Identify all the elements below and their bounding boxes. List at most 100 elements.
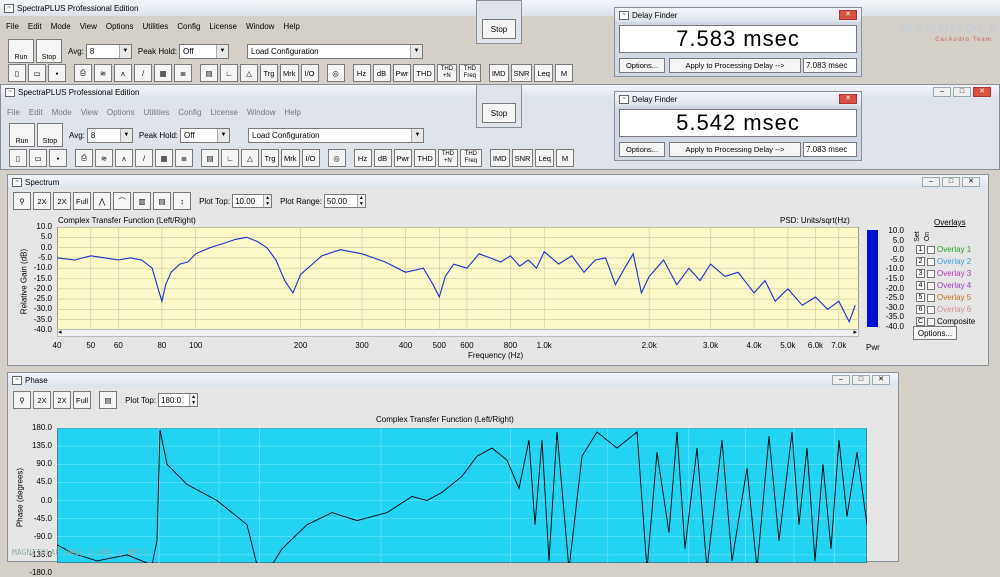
maximize-icon[interactable]: □ <box>953 87 971 97</box>
peak-icon[interactable]: ⋀ <box>93 192 112 210</box>
axis-icon[interactable]: ∟ <box>221 149 239 167</box>
octave-icon[interactable]: ⌒ <box>113 192 132 210</box>
new-icon[interactable]: ▯ <box>8 64 26 82</box>
io-icon[interactable]: I/O <box>300 64 319 82</box>
h-scrollbar[interactable]: ◂ ▸ <box>57 329 859 337</box>
minimize-icon[interactable]: – <box>832 375 850 385</box>
close-icon[interactable]: ✕ <box>962 177 980 187</box>
config-select[interactable]: Load Configuration ▼ <box>248 127 425 143</box>
delay-options-button[interactable]: Options... <box>619 142 665 157</box>
zoom-out-2x-icon[interactable]: 2X <box>53 391 71 409</box>
3d-icon[interactable]: ≣ <box>174 64 192 82</box>
tool-imd[interactable]: IMD <box>489 149 510 167</box>
tool-pwr[interactable]: Pwr <box>393 149 413 167</box>
menu-license[interactable]: License <box>209 22 237 31</box>
menu-mode[interactable]: Mode <box>51 22 71 31</box>
menu-options[interactable]: Options <box>106 22 134 31</box>
overlay-checkbox[interactable] <box>927 317 935 326</box>
overlay-row[interactable]: 2 Overlay 2 <box>916 257 971 266</box>
new-icon[interactable]: ▯ <box>9 149 27 167</box>
overlay-row[interactable]: C Composite <box>916 317 975 326</box>
overlay-row[interactable]: 4 Overlay 4 <box>916 281 971 290</box>
overlay-checkbox[interactable] <box>927 281 935 290</box>
menu-help[interactable]: Help <box>284 108 300 117</box>
menu-options[interactable]: Options <box>107 108 135 117</box>
apply-delay-button[interactable]: Apply to Processing Delay --> <box>669 58 801 73</box>
spin-icon[interactable]: ▲ ▼ <box>356 195 365 207</box>
scroll-right-icon[interactable]: ▸ <box>853 328 857 336</box>
zoom-in-2x-icon[interactable]: 2X <box>33 391 51 409</box>
open-icon[interactable]: ▭ <box>28 64 46 82</box>
marker-icon[interactable]: △ <box>241 149 259 167</box>
trigger-icon[interactable]: Trg <box>261 149 279 167</box>
overlay-row[interactable]: 5 Overlay 5 <box>916 293 971 302</box>
avg-select[interactable]: 8 ▼ <box>86 127 133 143</box>
menu-edit[interactable]: Edit <box>29 108 43 117</box>
spectrum-icon[interactable]: ʌ <box>115 149 133 167</box>
maximize-icon[interactable]: □ <box>852 375 870 385</box>
menu-config[interactable]: Config <box>177 22 200 31</box>
close-icon[interactable]: ✕ <box>839 10 857 20</box>
overlay-checkbox[interactable] <box>927 305 935 314</box>
menu-file[interactable]: File <box>6 22 19 31</box>
save-icon[interactable]: ▪ <box>48 64 66 82</box>
print-icon[interactable]: ⎙ <box>74 64 92 82</box>
tool-imd[interactable]: IMD <box>488 64 509 82</box>
menu-view[interactable]: View <box>81 108 98 117</box>
peakhold-select[interactable]: Off ▼ <box>179 43 230 59</box>
overlay-set-button[interactable]: 4 <box>916 281 925 290</box>
overlay-set-button[interactable]: 2 <box>916 257 925 266</box>
io-icon[interactable]: I/O <box>301 149 320 167</box>
menu-utilities[interactable]: Utilities <box>142 22 168 31</box>
tool-thdn[interactable]: THD +N <box>436 64 457 82</box>
tool-leq[interactable]: Leq <box>535 149 554 167</box>
scroll-left-icon[interactable]: ◂ <box>58 328 62 336</box>
tool-m[interactable]: M <box>554 64 573 82</box>
menu-window[interactable]: Window <box>246 22 274 31</box>
zoom-out-full-icon[interactable]: Full <box>73 192 92 210</box>
spectrogram-icon[interactable]: ▦ <box>155 149 173 167</box>
overlay-checkbox[interactable] <box>927 245 935 254</box>
bars-icon[interactable]: ▥ <box>133 192 152 210</box>
delay-value-field[interactable]: 7.083 msec <box>803 58 857 73</box>
phase-plot[interactable] <box>57 428 867 563</box>
overlay-set-button[interactable]: C <box>916 317 925 326</box>
tool-m[interactable]: M <box>555 149 574 167</box>
autoscale-icon[interactable]: ↕ <box>173 192 192 210</box>
apply-delay-button[interactable]: Apply to Processing Delay --> <box>669 142 801 157</box>
scale-icon[interactable]: ▤ <box>153 192 172 210</box>
overlay-row[interactable]: 6 Overlay 6 <box>916 305 971 314</box>
menu-edit[interactable]: Edit <box>28 22 42 31</box>
zoom-in-2x-icon[interactable]: 2X <box>33 192 51 210</box>
tool-db[interactable]: dB <box>373 149 392 167</box>
tool-leq[interactable]: Leq <box>534 64 553 82</box>
zoom-icon[interactable]: ⚲ <box>13 391 31 409</box>
tool-snr[interactable]: SNR <box>510 64 533 82</box>
marker-icon[interactable]: △ <box>240 64 258 82</box>
menu-config[interactable]: Config <box>178 108 201 117</box>
overlay-set-button[interactable]: 6 <box>916 305 925 314</box>
overlay-row[interactable]: 1 Overlay 1 <box>916 245 971 254</box>
time-series-icon[interactable]: ≋ <box>95 149 113 167</box>
scale-icon[interactable]: ▤ <box>99 391 118 409</box>
delay-options-button[interactable]: Options... <box>619 58 665 73</box>
axis-icon[interactable]: ∟ <box>220 64 238 82</box>
tool-hz[interactable]: Hz <box>353 149 372 167</box>
overlay-checkbox[interactable] <box>927 293 935 302</box>
log-icon[interactable]: ▤ <box>201 149 219 167</box>
config-select[interactable]: Load Configuration ▼ <box>247 43 424 59</box>
zoom-out-2x-icon[interactable]: 2X <box>53 192 71 210</box>
run-button[interactable]: Run <box>8 39 34 63</box>
generator-icon[interactable]: ◎ <box>326 64 345 82</box>
overlay-set-button[interactable]: 3 <box>916 269 925 278</box>
spectrogram-icon[interactable]: ▦ <box>154 64 172 82</box>
avg-select[interactable]: 8 ▼ <box>85 43 132 59</box>
stop-button[interactable]: Stop <box>36 39 62 63</box>
stop-button[interactable]: Stop <box>37 123 63 147</box>
tool-thd[interactable]: THD <box>414 149 436 167</box>
spectrum-icon[interactable]: ʌ <box>114 64 132 82</box>
overlay-set-button[interactable]: 1 <box>916 245 925 254</box>
spin-icon[interactable]: ▲ ▼ <box>189 394 198 406</box>
zoom-out-full-icon[interactable]: Full <box>73 391 92 409</box>
3d-icon[interactable]: ≣ <box>175 149 193 167</box>
